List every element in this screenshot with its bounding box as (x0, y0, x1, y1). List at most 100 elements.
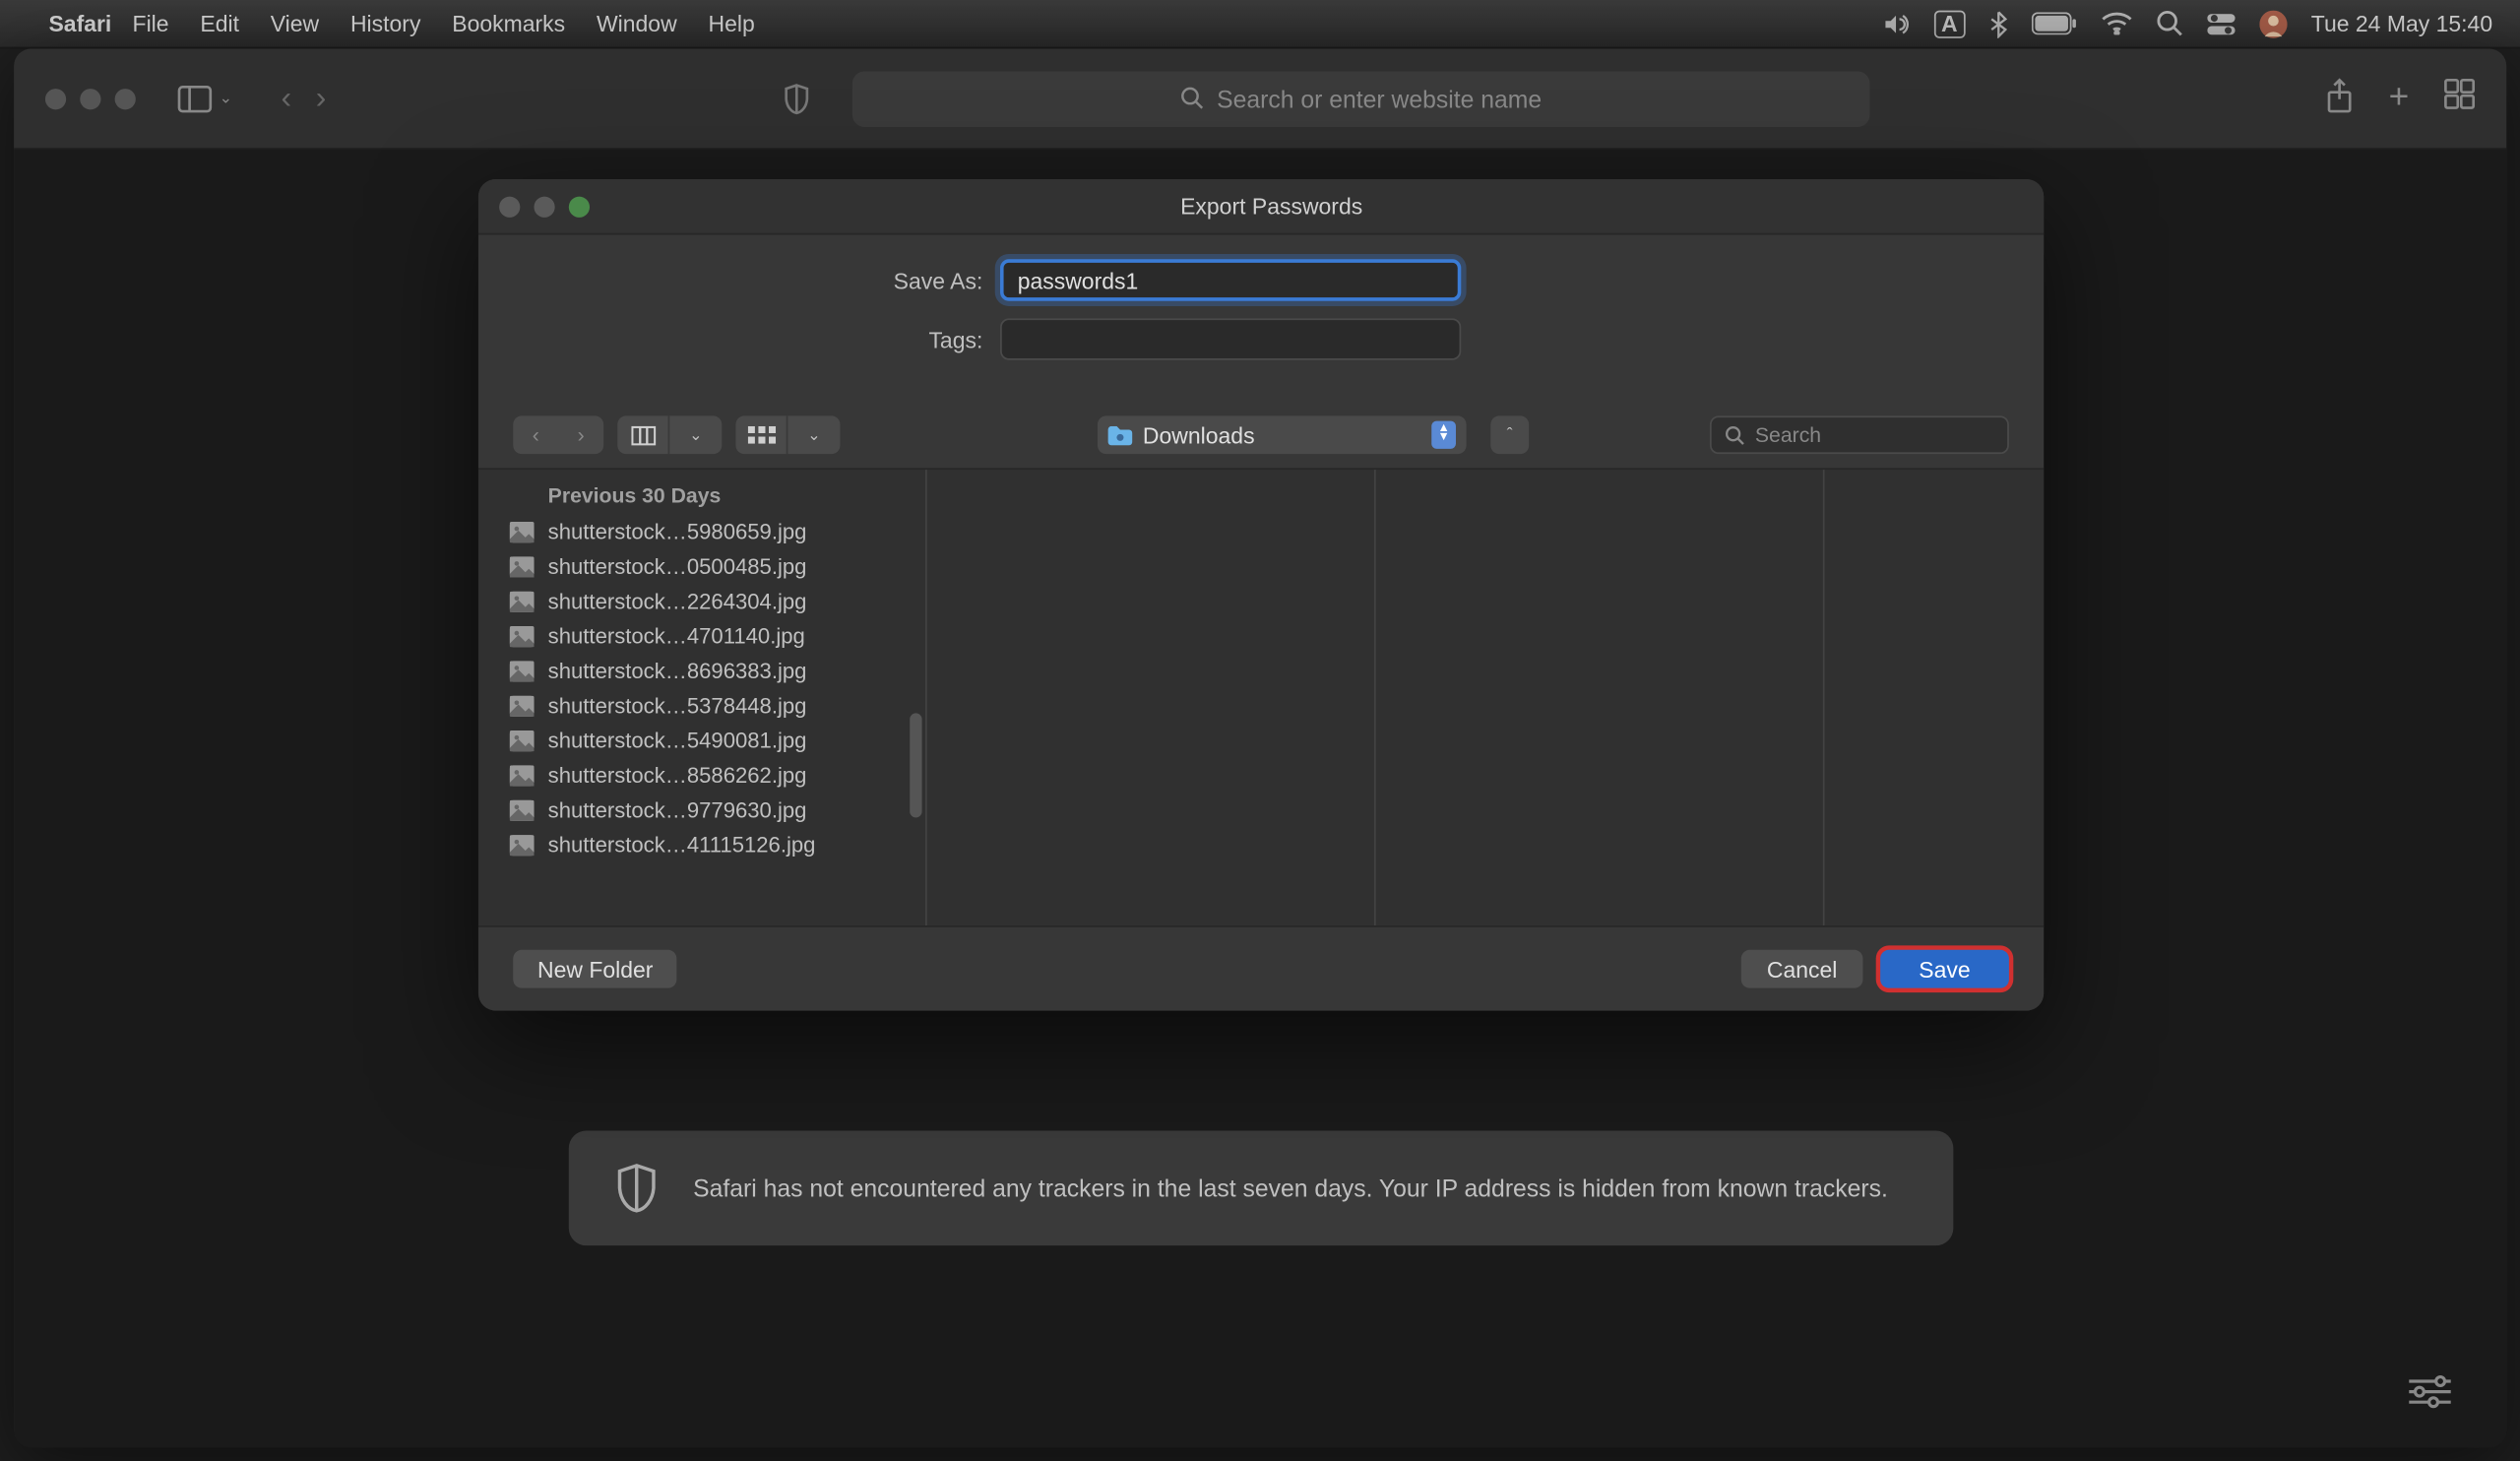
new-folder-button[interactable]: New Folder (513, 950, 677, 988)
file-name: shutterstock…8696383.jpg (548, 660, 807, 684)
image-file-icon (510, 765, 535, 786)
menu-view[interactable]: View (271, 11, 319, 37)
search-icon (1726, 425, 1744, 444)
file-item[interactable]: shutterstock…4701140.jpg (478, 619, 925, 654)
image-file-icon (510, 592, 535, 612)
dialog-footer: New Folder Cancel Save (478, 927, 2044, 1011)
file-item[interactable]: shutterstock…0500485.jpg (478, 549, 925, 584)
image-file-icon (510, 696, 535, 717)
file-item[interactable]: shutterstock…8696383.jpg (478, 654, 925, 688)
privacy-report-text: Safari has not encountered any trackers … (693, 1170, 1888, 1206)
image-file-icon (510, 835, 535, 856)
file-search-input[interactable]: Search (1710, 415, 2009, 454)
menu-file[interactable]: File (133, 11, 169, 37)
menubar: Safari File Edit View History Bookmarks … (0, 0, 2520, 48)
menu-edit[interactable]: Edit (200, 11, 239, 37)
wifi-icon[interactable] (2101, 12, 2132, 34)
file-name: shutterstock…5490081.jpg (548, 729, 807, 753)
new-tab-icon[interactable]: + (2389, 79, 2410, 119)
image-file-icon (510, 661, 535, 681)
window-controls (45, 88, 136, 108)
search-icon (1180, 87, 1203, 109)
view-dropdown-icon[interactable]: ⌄ (669, 415, 722, 454)
file-item[interactable]: shutterstock…2264304.jpg (478, 585, 925, 619)
group-dropdown-icon[interactable]: ⌄ (788, 415, 840, 454)
bluetooth-icon[interactable] (1989, 10, 2007, 37)
dialog-title: Export Passwords (607, 193, 1936, 220)
image-file-icon (510, 730, 535, 751)
export-passwords-dialog: Export Passwords Save As: Tags: ‹ › ⌄ ⌄ (478, 179, 2044, 1011)
column-view-button[interactable] (617, 415, 669, 454)
group-segment: ⌄ (735, 415, 840, 454)
menu-window[interactable]: Window (597, 11, 677, 37)
file-item[interactable]: shutterstock…5490081.jpg (478, 724, 925, 758)
menubar-datetime[interactable]: Tue 24 May 15:40 (2311, 11, 2492, 37)
nav-forward-button[interactable]: › (558, 415, 603, 454)
minimize-window-icon[interactable] (80, 88, 100, 108)
app-name[interactable]: Safari (48, 11, 111, 37)
menu-bookmarks[interactable]: Bookmarks (452, 11, 565, 37)
settings-sliders-icon[interactable] (2406, 1374, 2454, 1409)
file-item[interactable]: shutterstock…5378448.jpg (478, 689, 925, 724)
dialog-close-icon[interactable] (499, 196, 520, 217)
tab-overview-icon[interactable] (2444, 79, 2476, 119)
address-bar[interactable]: Search or enter website name (852, 71, 1870, 127)
file-column-2 (927, 470, 1376, 925)
scrollbar-thumb[interactable] (910, 713, 921, 817)
cancel-button[interactable]: Cancel (1741, 950, 1863, 988)
dialog-maximize-icon[interactable] (569, 196, 590, 217)
shield-icon (613, 1162, 659, 1214)
file-name: shutterstock…9779630.jpg (548, 798, 807, 823)
file-name: shutterstock…8586262.jpg (548, 764, 807, 789)
file-name: shutterstock…41115126.jpg (548, 833, 816, 858)
search-placeholder: Search (1755, 422, 1821, 447)
chevron-down-icon: ⌄ (220, 89, 232, 107)
save-as-input[interactable] (1000, 259, 1461, 300)
file-column-1[interactable]: Previous 30 Days shutterstock…5980659.jp… (478, 470, 927, 925)
tags-label: Tags: (513, 326, 1000, 352)
sidebar-toggle-button[interactable]: ⌄ (177, 85, 232, 112)
image-file-icon (510, 800, 535, 821)
dropdown-arrows-icon: ▲▼ (1431, 421, 1456, 449)
group-button[interactable] (735, 415, 788, 454)
file-column-4 (1825, 470, 2045, 925)
control-center-icon[interactable] (2207, 13, 2235, 33)
file-browser: Previous 30 Days shutterstock…5980659.jp… (478, 468, 2044, 926)
dialog-minimize-icon (534, 196, 554, 217)
save-as-label: Save As: (513, 267, 1000, 293)
image-file-icon (510, 522, 535, 542)
file-name: shutterstock…2264304.jpg (548, 590, 807, 614)
file-item[interactable]: shutterstock…41115126.jpg (478, 828, 925, 862)
tags-input[interactable] (1000, 318, 1461, 359)
address-bar-placeholder: Search or enter website name (1217, 85, 1542, 112)
location-dropdown[interactable]: Downloads ▲▼ (1098, 415, 1467, 454)
file-item[interactable]: shutterstock…8586262.jpg (478, 758, 925, 793)
file-item[interactable]: shutterstock…9779630.jpg (478, 794, 925, 828)
file-item[interactable]: shutterstock…5980659.jpg (478, 515, 925, 549)
menu-history[interactable]: History (350, 11, 420, 37)
maximize-window-icon[interactable] (115, 88, 136, 108)
back-button[interactable]: ‹ (281, 80, 291, 116)
user-icon[interactable] (2259, 10, 2287, 37)
menu-help[interactable]: Help (709, 11, 755, 37)
section-header: Previous 30 Days (478, 470, 925, 515)
collapse-button[interactable]: ˆ (1490, 415, 1529, 454)
battery-icon[interactable] (2031, 12, 2076, 34)
input-source-icon[interactable]: A (1933, 10, 1965, 37)
save-button[interactable]: Save (1880, 950, 2009, 988)
privacy-report-card: Safari has not encountered any trackers … (568, 1131, 1953, 1246)
volume-icon[interactable] (1881, 11, 1909, 35)
file-column-3 (1376, 470, 1825, 925)
privacy-shield-icon[interactable] (783, 83, 810, 114)
file-name: shutterstock…0500485.jpg (548, 555, 807, 580)
file-name: shutterstock…4701140.jpg (548, 624, 805, 649)
share-icon[interactable] (2326, 79, 2354, 119)
browser-toolbar: ⌄ ‹ › Search or enter website name + (14, 48, 2506, 149)
nav-back-button[interactable]: ‹ (513, 415, 558, 454)
close-window-icon[interactable] (45, 88, 66, 108)
dialog-titlebar: Export Passwords (478, 179, 2044, 235)
forward-button[interactable]: › (316, 80, 327, 116)
dialog-nav-bar: ‹ › ⌄ ⌄ Downloads ▲▼ ˆ Search (478, 402, 2044, 468)
image-file-icon (510, 556, 535, 577)
spotlight-icon[interactable] (2157, 11, 2183, 37)
